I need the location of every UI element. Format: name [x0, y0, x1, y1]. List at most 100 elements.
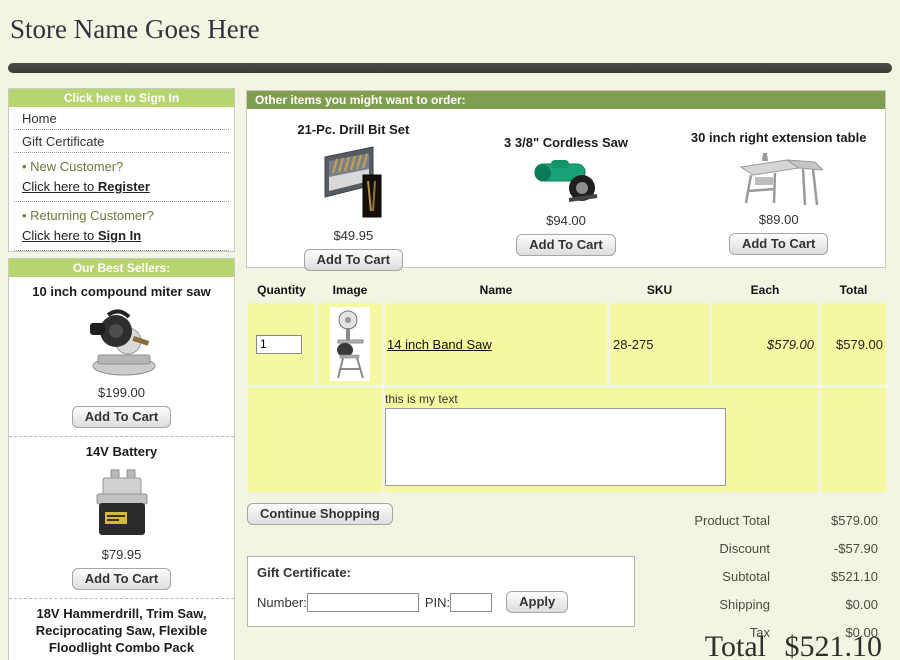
- product-name: 3 3/8" Cordless Saw: [460, 135, 673, 150]
- cart-note-row: this is my text: [248, 388, 886, 492]
- suggested-item: 21-Pc. Drill Bit Set $49.95 Add To Cart: [247, 109, 460, 271]
- suggested-item: 30 inch right extension table $89.00 Add…: [672, 109, 885, 271]
- cart-item-each-price: $579.00: [712, 337, 818, 352]
- gift-certificate-box: Gift Certificate: Number: PIN: Apply: [247, 556, 635, 627]
- cart-item-sku: 28-275: [613, 337, 653, 352]
- product-name: 21-Pc. Drill Bit Set: [247, 122, 460, 137]
- totals-row: Shipping $0.00: [598, 590, 878, 618]
- product-name: 30 inch right extension table: [672, 130, 885, 145]
- best-sellers-box: Our Best Sellers: 10 inch compound miter…: [8, 258, 235, 660]
- column-header-total: Total: [821, 283, 886, 297]
- new-customer-block: • New Customer? Click here to Register: [14, 153, 229, 202]
- drill-bit-set-image[interactable]: [315, 143, 391, 223]
- totals-label: Shipping: [598, 597, 770, 612]
- band-saw-image[interactable]: [331, 308, 369, 380]
- column-header-name: Name: [385, 283, 607, 297]
- best-seller-item: 18V Hammerdrill, Trim Saw, Reciprocating…: [9, 599, 234, 660]
- best-seller-item: 14V Battery $79.95 Add To Cart: [9, 437, 234, 599]
- totals-label: Subtotal: [598, 569, 770, 584]
- new-customer-question: • New Customer?: [22, 159, 221, 174]
- note-end-cell: [821, 388, 886, 492]
- signin-banner[interactable]: Click here to Sign In: [9, 89, 234, 107]
- extension-table-image[interactable]: [735, 151, 823, 207]
- product-price: $79.95: [13, 547, 230, 562]
- suggested-items-box: Other items you might want to order: 21-…: [246, 90, 886, 268]
- totals-value: -$57.90: [770, 541, 878, 556]
- gift-pin-input[interactable]: [450, 593, 492, 612]
- gift-number-input[interactable]: [307, 593, 419, 612]
- best-seller-item: 10 inch compound miter saw $199.00 Add T…: [9, 277, 234, 437]
- sku-cell: 28-275: [610, 303, 709, 385]
- continue-shopping-button[interactable]: Continue Shopping: [247, 503, 393, 525]
- add-to-cart-button[interactable]: Add To Cart: [72, 568, 171, 590]
- grand-total-label: Total: [598, 630, 766, 660]
- cart-table-header: Quantity Image Name SKU Each Total: [248, 280, 886, 300]
- grand-total-value: $521.10: [766, 630, 882, 660]
- returning-customer-question: • Returning Customer?: [22, 208, 221, 223]
- best-sellers-header: Our Best Sellers:: [9, 259, 234, 277]
- register-link-bold: Register: [98, 179, 150, 194]
- shopping-cart-page: Store Name Goes Here Click here to Sign …: [0, 0, 900, 660]
- returning-customer-block: • Returning Customer? Click here to Sign…: [14, 202, 229, 251]
- product-price: $199.00: [13, 385, 230, 400]
- product-price: $49.95: [247, 228, 460, 243]
- totals-label: Discount: [598, 541, 770, 556]
- note-cell: this is my text: [385, 388, 818, 492]
- totals-row: Subtotal $521.10: [598, 562, 878, 590]
- battery-image[interactable]: [89, 466, 155, 542]
- product-name: 18V Hammerdrill, Trim Saw, Reciprocating…: [13, 605, 230, 656]
- gift-pin-label: PIN:: [425, 595, 450, 610]
- signin-link-prefix: Click here to: [22, 228, 98, 243]
- miter-saw-image[interactable]: [78, 306, 166, 380]
- gift-certificate-title: Gift Certificate:: [257, 565, 634, 580]
- cart-item-image-plate: [330, 307, 370, 381]
- suggested-item: 3 3/8" Cordless Saw $94.00 Add To Cart: [460, 109, 673, 271]
- apply-button[interactable]: Apply: [506, 591, 568, 613]
- product-price: $94.00: [460, 213, 673, 228]
- each-cell: $579.00: [712, 303, 818, 385]
- add-to-cart-button[interactable]: Add To Cart: [729, 233, 828, 255]
- totals-label: Product Total: [598, 513, 770, 528]
- quantity-input[interactable]: [256, 335, 302, 354]
- signin-box: Click here to Sign In Home Gift Certific…: [8, 88, 235, 252]
- order-totals: Product Total $579.00 Discount -$57.90 S…: [598, 506, 878, 646]
- cart-table: Quantity Image Name SKU Each Total: [248, 280, 886, 492]
- image-cell: [318, 303, 382, 385]
- sidebar-item-home[interactable]: Home: [14, 107, 229, 130]
- sidebar-item-gift-certificate[interactable]: Gift Certificate: [14, 130, 229, 153]
- grand-total-row: Total $521.10: [598, 630, 882, 660]
- column-header-sku: SKU: [610, 283, 709, 297]
- register-link[interactable]: Click here to Register: [22, 179, 150, 194]
- product-name: 10 inch compound miter saw: [13, 283, 230, 300]
- cart-item-row: 14 inch Band Saw 28-275 $579.00 $579.00: [248, 303, 886, 385]
- cart-item-total-price: $579.00: [821, 337, 886, 352]
- totals-row: Product Total $579.00: [598, 506, 878, 534]
- add-to-cart-button[interactable]: Add To Cart: [304, 249, 403, 271]
- note-spacer-cell: [248, 388, 382, 492]
- column-header-quantity: Quantity: [248, 283, 315, 297]
- page-title: Store Name Goes Here: [10, 14, 260, 45]
- column-header-each: Each: [712, 283, 818, 297]
- note-label: this is my text: [385, 392, 818, 406]
- name-cell: 14 inch Band Saw: [385, 303, 607, 385]
- totals-value: $521.10: [770, 569, 878, 584]
- totals-row: Discount -$57.90: [598, 534, 878, 562]
- signin-link-bold: Sign In: [98, 228, 141, 243]
- cart-item-link[interactable]: 14 inch Band Saw: [387, 337, 492, 352]
- add-to-cart-button[interactable]: Add To Cart: [516, 234, 615, 256]
- suggested-items-header: Other items you might want to order:: [247, 91, 885, 109]
- note-textarea[interactable]: [385, 408, 726, 486]
- totals-value: $579.00: [770, 513, 878, 528]
- totals-value: $0.00: [770, 597, 878, 612]
- gift-number-label: Number:: [257, 595, 307, 610]
- header-divider-bar: [8, 63, 892, 73]
- cordless-saw-image[interactable]: [529, 156, 603, 208]
- add-to-cart-button[interactable]: Add To Cart: [72, 406, 171, 428]
- product-name: 14V Battery: [13, 443, 230, 460]
- quantity-cell: [248, 303, 315, 385]
- column-header-image: Image: [318, 283, 382, 297]
- signin-link[interactable]: Click here to Sign In: [22, 228, 141, 243]
- register-link-prefix: Click here to: [22, 179, 98, 194]
- total-cell: $579.00: [821, 303, 886, 385]
- product-price: $89.00: [672, 212, 885, 227]
